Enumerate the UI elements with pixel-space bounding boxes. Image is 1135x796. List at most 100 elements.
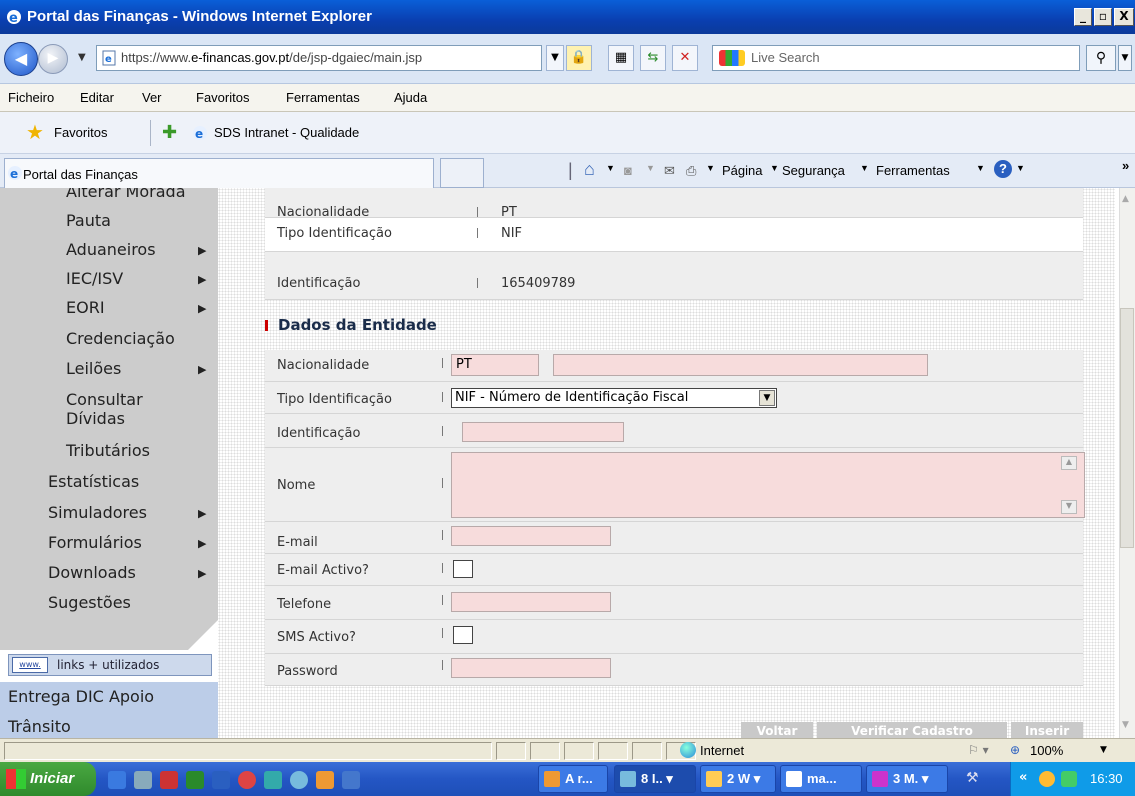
menu-favorites[interactable]: Favoritos: [196, 90, 249, 105]
nav-item-sugestoes[interactable]: Sugestões: [48, 593, 131, 612]
nacionalidade-description-input[interactable]: [553, 354, 928, 376]
email-activo-checkbox[interactable]: [453, 560, 473, 578]
link-transito[interactable]: Trânsito: [0, 712, 218, 738]
link-entrega-dic-apoio[interactable]: Entrega DIC Apoio: [0, 682, 218, 712]
tipo-identificacao-select[interactable]: NIF - Número de Identificação Fiscal ▼: [451, 388, 777, 408]
print-icon[interactable]: ⎙: [686, 163, 696, 179]
start-button[interactable]: Iniciar: [0, 762, 96, 796]
url-dropdown-icon[interactable]: ▼: [546, 45, 564, 71]
nav-item-formularios[interactable]: Formulários: [48, 533, 142, 552]
links-utilizados-bar[interactable]: www. links + utilizados: [8, 654, 212, 676]
scroll-up-icon[interactable]: ▲: [1122, 194, 1129, 204]
email-input[interactable]: [451, 526, 611, 546]
telefone-input[interactable]: [451, 592, 611, 612]
quicklaunch-icon[interactable]: [342, 771, 360, 789]
identificacao-input[interactable]: [462, 422, 624, 442]
lock-icon[interactable]: 🔒: [566, 45, 592, 71]
nav-item-consultar-dividas-line2[interactable]: Dívidas: [66, 409, 125, 428]
feeds-icon[interactable]: ◙: [624, 163, 632, 178]
close-button[interactable]: X: [1114, 8, 1134, 26]
tray-expand-icon[interactable]: «: [1019, 770, 1027, 785]
add-favorite-icon[interactable]: ✚: [162, 122, 177, 143]
quicklaunch-icon[interactable]: [134, 771, 152, 789]
nav-item-downloads[interactable]: Downloads: [48, 563, 136, 582]
scroll-down-icon[interactable]: ▼: [1122, 720, 1129, 730]
nav-item-consultar-dividas[interactable]: Consultar: [66, 390, 143, 409]
nav-item-eori[interactable]: EORI: [66, 298, 105, 317]
help-icon[interactable]: ?: [994, 160, 1012, 178]
tray-app-icon[interactable]: [1061, 771, 1077, 787]
voltar-button[interactable]: Voltar: [741, 722, 813, 738]
taskbar-item-ie[interactable]: 8 I.. ▾: [614, 765, 696, 793]
tools-menu[interactable]: Ferramentas: [876, 163, 950, 178]
protected-mode-icon[interactable]: ⚐ ▾: [968, 743, 989, 757]
feeds-dropdown-icon[interactable]: ▼: [646, 163, 655, 173]
zoom-icon[interactable]: ⊕: [1010, 743, 1020, 757]
security-zone-label[interactable]: Internet: [700, 743, 744, 758]
url-input[interactable]: e https://www.e-financas.gov.pt/de/jsp-d…: [96, 45, 542, 71]
forward-button[interactable]: ▶: [38, 44, 68, 74]
taskbar-item-folders[interactable]: 2 W ▾: [700, 765, 776, 793]
sms-activo-checkbox[interactable]: [453, 626, 473, 644]
zoom-dropdown-icon[interactable]: ▼: [1100, 745, 1107, 755]
menu-help[interactable]: Ajuda: [394, 90, 427, 105]
favorites-button[interactable]: Favoritos: [54, 125, 107, 140]
quicklaunch-icon[interactable]: [186, 771, 204, 789]
quicklaunch-icon[interactable]: [290, 771, 308, 789]
quicklaunch-icon[interactable]: [212, 771, 230, 789]
zoom-level[interactable]: 100%: [1030, 743, 1063, 758]
nav-item-iec-isv[interactable]: IEC/ISV: [66, 269, 123, 288]
nome-textarea[interactable]: [451, 452, 1085, 518]
textarea-scroll-up-icon[interactable]: ▲: [1061, 456, 1077, 470]
chevron-down-icon[interactable]: ▼: [759, 390, 775, 406]
print-dropdown-icon[interactable]: ▼: [706, 163, 715, 173]
nav-item-simuladores[interactable]: Simuladores: [48, 503, 147, 522]
tray-app-icon[interactable]: [1039, 771, 1055, 787]
nav-item-alterar-morada[interactable]: Alterar Morada: [66, 188, 186, 201]
search-options-dropdown[interactable]: ▼: [1118, 45, 1132, 71]
tray-tool-icon[interactable]: ⚒: [966, 770, 979, 786]
home-icon[interactable]: ⌂: [584, 159, 595, 180]
new-tab-button[interactable]: [440, 158, 484, 188]
page-menu[interactable]: Página: [722, 163, 762, 178]
tab-portal-financas[interactable]: e Portal das Finanças: [4, 158, 434, 188]
taskbar-item[interactable]: ma...: [780, 765, 862, 793]
quicklaunch-icon[interactable]: [160, 771, 178, 789]
taskbar-item[interactable]: A r...: [538, 765, 608, 793]
menu-tools[interactable]: Ferramentas: [286, 90, 360, 105]
compatibility-icon[interactable]: ▦: [608, 45, 634, 71]
stop-icon[interactable]: ✕: [672, 45, 698, 71]
inserir-button[interactable]: Inserir: [1011, 722, 1083, 738]
quicklaunch-icon[interactable]: [108, 771, 126, 789]
favorite-link-sds[interactable]: SDS Intranet - Qualidade: [214, 125, 359, 140]
search-button[interactable]: ⚲: [1086, 45, 1116, 71]
menu-view[interactable]: Ver: [142, 90, 162, 105]
quicklaunch-icon[interactable]: [238, 771, 256, 789]
favorites-star-icon[interactable]: ★: [26, 122, 44, 142]
taskbar-item[interactable]: 3 M. ▾: [866, 765, 948, 793]
nav-item-estatisticas[interactable]: Estatísticas: [48, 472, 139, 491]
search-input[interactable]: Live Search: [712, 45, 1080, 71]
quicklaunch-icon[interactable]: [264, 771, 282, 789]
window-title-bar[interactable]: e Portal das Finanças - Windows Internet…: [0, 0, 1135, 34]
quicklaunch-icon[interactable]: [316, 771, 334, 789]
minimize-button[interactable]: _: [1074, 8, 1092, 26]
more-commands-icon[interactable]: »: [1122, 158, 1129, 173]
read-mail-icon[interactable]: ✉: [664, 163, 675, 179]
safety-menu[interactable]: Segurança: [782, 163, 845, 178]
nav-item-tributarios[interactable]: Tributários: [66, 441, 150, 460]
home-dropdown-icon[interactable]: ▼: [606, 163, 615, 173]
history-dropdown-icon[interactable]: ▼: [78, 52, 86, 63]
menu-file[interactable]: Ficheiro: [8, 90, 54, 105]
nav-item-credenciacao[interactable]: Credenciação: [66, 329, 175, 348]
password-input[interactable]: [451, 658, 611, 678]
maximize-button[interactable]: ▫: [1094, 8, 1112, 26]
back-button[interactable]: ◀: [4, 42, 38, 76]
verificar-cadastro-button[interactable]: Verificar Cadastro: [817, 722, 1007, 738]
nacionalidade-code-input[interactable]: PT: [451, 354, 539, 376]
textarea-scroll-down-icon[interactable]: ▼: [1061, 500, 1077, 514]
refresh-icon[interactable]: ⇆: [640, 45, 666, 71]
nav-item-aduaneiros[interactable]: Aduaneiros: [66, 240, 156, 259]
nav-item-pauta[interactable]: Pauta: [66, 211, 111, 230]
page-scrollbar-thumb[interactable]: [1120, 308, 1134, 548]
